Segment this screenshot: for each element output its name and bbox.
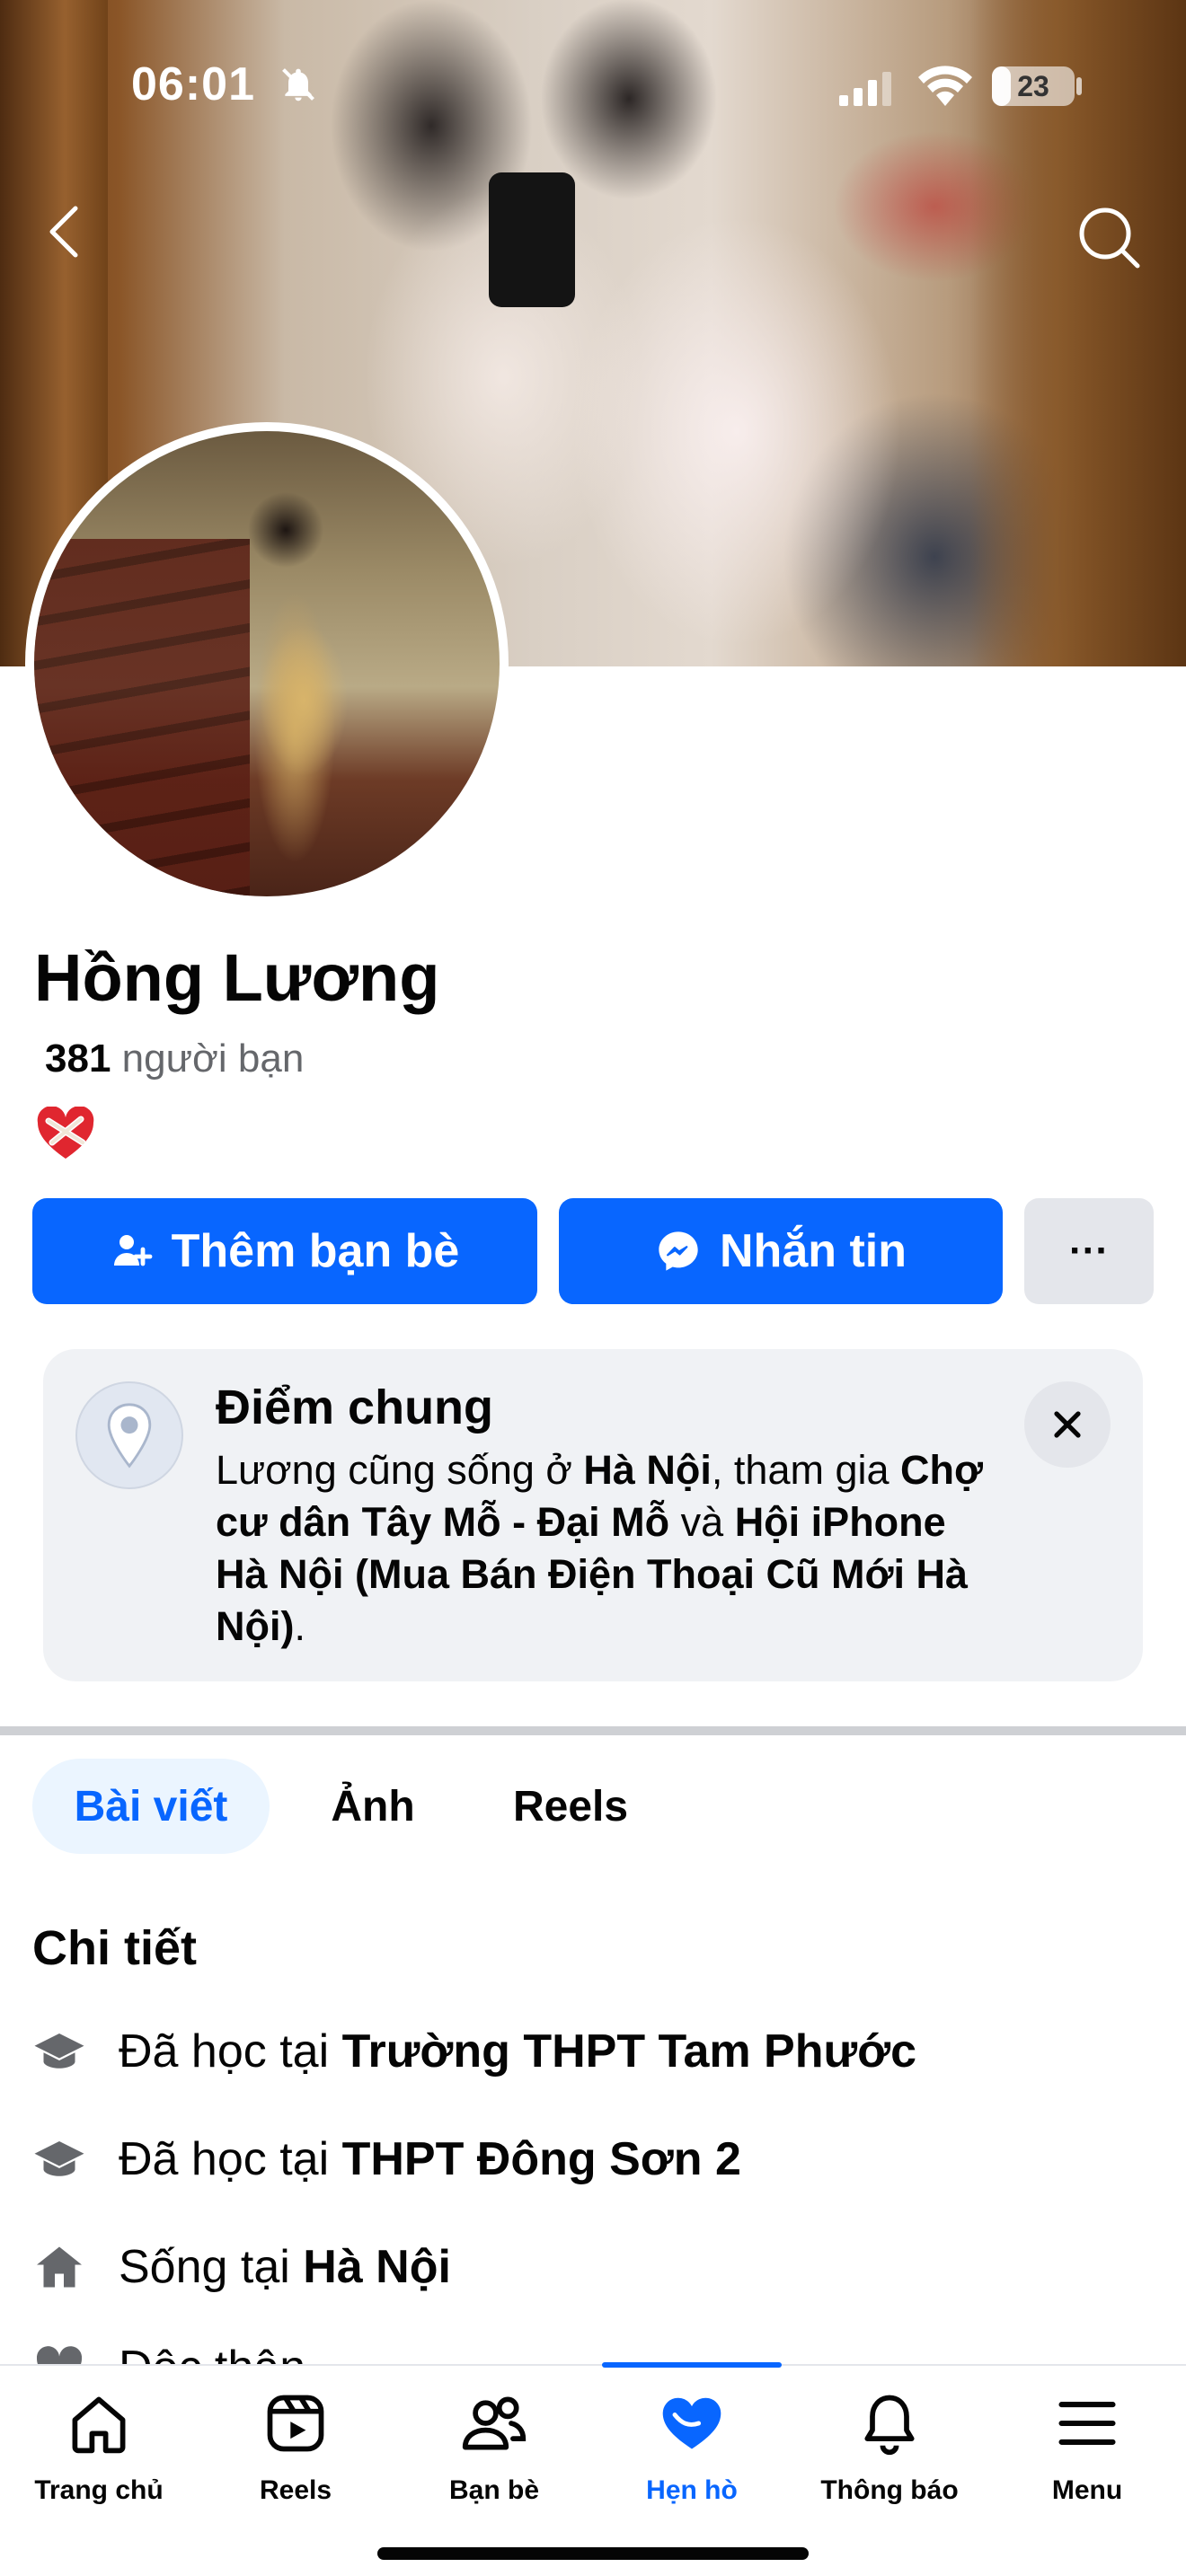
status-time: 06:01 xyxy=(131,58,255,110)
nav-label: Trang chủ xyxy=(34,2475,164,2505)
nav-label: Reels xyxy=(259,2475,332,2505)
common-city[interactable]: Hà Nội xyxy=(583,1447,712,1493)
detail-lives-in[interactable]: Sống tại Hà Nội xyxy=(32,2231,451,2303)
nav-label: Thông báo xyxy=(820,2475,959,2505)
back-chevron-icon[interactable] xyxy=(40,203,90,260)
cellular-signal-icon xyxy=(839,72,891,106)
common-text-part: . xyxy=(294,1603,305,1649)
message-label: Nhắn tin xyxy=(720,1225,907,1277)
home-icon xyxy=(37,2246,82,2288)
nav-label: Bạn bè xyxy=(448,2475,540,2505)
graduation-cap-icon xyxy=(34,2033,84,2069)
close-icon xyxy=(1054,1411,1081,1438)
nav-friends[interactable]: Bạn bè xyxy=(404,2380,584,2515)
common-card-title: Điểm chung xyxy=(216,1381,494,1434)
friends-icon xyxy=(462,2396,527,2450)
message-button[interactable]: Nhắn tin xyxy=(559,1198,1003,1304)
location-pin-badge xyxy=(75,1381,183,1489)
friends-label: người bạn xyxy=(121,1037,305,1081)
avatar-photo xyxy=(34,431,500,896)
search-icon[interactable] xyxy=(1075,203,1143,271)
detail-prefix: Đã học tại xyxy=(119,2025,330,2078)
tab-reels[interactable]: Reels xyxy=(485,1759,656,1854)
dating-heart-icon xyxy=(662,2397,721,2449)
nav-home[interactable]: Trang chủ xyxy=(9,2380,189,2515)
detail-prefix: Sống tại xyxy=(119,2241,290,2293)
profile-name: Hồng Lương xyxy=(34,940,440,1015)
battery-percentage: 23 xyxy=(1017,70,1049,102)
friends-count-line[interactable]: 381 người bạn xyxy=(45,1037,304,1081)
nav-menu[interactable]: Menu xyxy=(997,2380,1177,2515)
location-pin-icon xyxy=(107,1403,152,1469)
tab-photos[interactable]: Ảnh xyxy=(305,1759,440,1854)
detail-value[interactable]: Trường THPT Tam Phước xyxy=(342,2025,916,2078)
add-friend-button[interactable]: Thêm bạn bè xyxy=(32,1198,537,1304)
friends-count: 381 xyxy=(45,1037,111,1081)
status-bar: 06:01 23 xyxy=(0,0,1186,135)
detail-education-1[interactable]: Đã học tại Trường THPT Tam Phước xyxy=(32,2016,916,2087)
section-divider xyxy=(0,1726,1186,1735)
detail-value[interactable]: Hà Nội xyxy=(303,2240,451,2294)
nav-label: Hẹn hò xyxy=(646,2475,738,2505)
add-friend-label: Thêm bạn bè xyxy=(171,1225,460,1277)
graduation-cap-icon xyxy=(34,2141,84,2176)
nav-dating[interactable]: Hẹn hò xyxy=(602,2380,782,2515)
common-text-part: Lương cũng sống ở xyxy=(216,1447,584,1493)
common-card-text: Lương cũng sống ở Hà Nội, tham gia Chợ c… xyxy=(216,1444,1006,1653)
home-indicator xyxy=(377,2547,809,2560)
home-icon xyxy=(72,2396,126,2454)
profile-avatar[interactable] xyxy=(25,422,509,905)
bell-off-icon xyxy=(282,68,314,101)
close-card-button[interactable] xyxy=(1024,1381,1111,1468)
battery-tip xyxy=(1076,77,1082,95)
add-friend-icon xyxy=(113,1235,153,1266)
nav-label: Menu xyxy=(1051,2475,1123,2505)
mending-heart-emoji xyxy=(37,1107,94,1159)
details-title: Chi tiết xyxy=(32,1921,197,1975)
bell-icon xyxy=(864,2395,915,2456)
menu-icon xyxy=(1058,2402,1116,2445)
avatar-stairs-shape xyxy=(34,539,250,896)
reels-icon xyxy=(267,2395,324,2452)
detail-education-2[interactable]: Đã học tại THPT Đông Sơn 2 xyxy=(32,2123,741,2195)
battery-indicator: 23 xyxy=(992,66,1075,106)
nav-reels[interactable]: Reels xyxy=(206,2380,385,2515)
detail-value[interactable]: THPT Đông Sơn 2 xyxy=(342,2132,741,2186)
active-tab-indicator xyxy=(602,2362,782,2368)
common-text-part: , tham gia xyxy=(711,1447,901,1493)
detail-prefix: Đã học tại xyxy=(119,2133,330,2185)
tab-posts[interactable]: Bài viết xyxy=(32,1759,270,1854)
nav-notifications[interactable]: Thông báo xyxy=(800,2380,979,2515)
more-dots-icon: ··· xyxy=(1069,1229,1109,1273)
cover-phone-shape xyxy=(489,172,575,307)
wifi-icon xyxy=(918,66,972,106)
common-text-part: và xyxy=(669,1499,735,1545)
more-options-button[interactable]: ··· xyxy=(1024,1198,1154,1304)
messenger-icon xyxy=(659,1231,698,1271)
